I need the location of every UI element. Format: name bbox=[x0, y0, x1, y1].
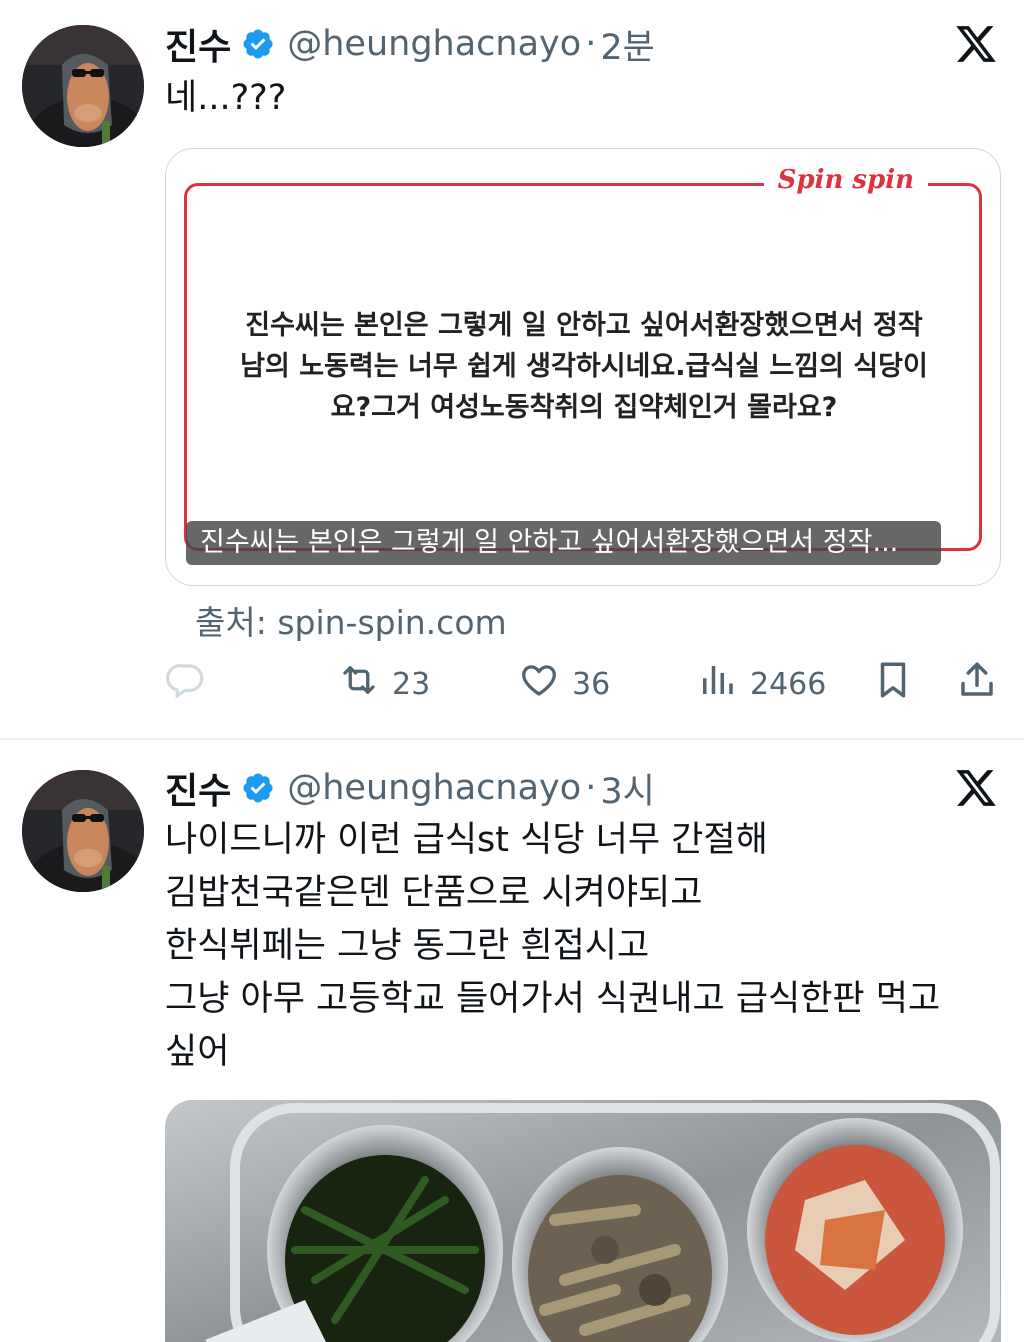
tweet-header: 진수 @heunghacnayo · 2분 bbox=[165, 18, 655, 70]
retweet-icon bbox=[338, 659, 380, 709]
tweet-text-line: 그냥 아무 고등학교 들어가서 식권내고 급식한판 먹고 bbox=[165, 979, 941, 1019]
link-card[interactable]: Spin spin 진수씨는 본인은 그렇게 일 안하고 싶어서환장했으면서 정… bbox=[165, 148, 1001, 586]
reply-button[interactable] bbox=[165, 656, 207, 712]
timestamp[interactable]: 2분 bbox=[600, 19, 654, 70]
retweet-count: 23 bbox=[392, 666, 431, 702]
tweet-text-line: 싶어 bbox=[165, 1032, 230, 1072]
separator: · bbox=[585, 768, 597, 808]
tweet-text: 나이드니까 이런 급식st 식당 너무 간절해 김밥천국같은덴 단품으로 시켜야… bbox=[165, 814, 940, 1079]
author-name[interactable]: 진수 bbox=[165, 762, 231, 814]
card-quote-line: 요?그거 여성노동착취의 집약체인거 몰라요? bbox=[330, 392, 838, 423]
avatar[interactable] bbox=[22, 770, 144, 892]
x-logo-icon bbox=[954, 766, 998, 810]
x-logo-icon bbox=[954, 22, 998, 66]
views-count: 2466 bbox=[750, 666, 827, 702]
tweet-text-line: 한식뷔페는 그냥 동그란 흰접시고 bbox=[165, 926, 650, 966]
reply-icon bbox=[165, 659, 207, 709]
tweet-text-line: 나이드니까 이런 급식st 식당 너무 간절해 bbox=[165, 820, 768, 860]
share-button[interactable] bbox=[956, 656, 998, 712]
views-icon bbox=[696, 659, 738, 709]
verified-badge-icon bbox=[241, 771, 275, 805]
avatar[interactable] bbox=[22, 25, 144, 147]
card-source-link[interactable]: 출처: spin-spin.com bbox=[195, 596, 507, 644]
author-name[interactable]: 진수 bbox=[165, 18, 231, 70]
author-handle[interactable]: @heunghacnayo bbox=[287, 24, 581, 64]
timestamp[interactable]: 3시 bbox=[600, 763, 654, 814]
tweet-header: 진수 @heunghacnayo · 3시 bbox=[165, 762, 655, 814]
card-quote-line: 남의 노동력는 너무 쉽게 생각하시네요.급식실 느낌의 식당이 bbox=[240, 351, 928, 382]
share-icon bbox=[956, 659, 998, 709]
verified-badge-icon bbox=[241, 27, 275, 61]
like-icon bbox=[518, 659, 560, 709]
retweet-button[interactable]: 23 bbox=[338, 656, 430, 712]
tweet[interactable]: 진수 @heunghacnayo · 2분 네...??? Spin spin … bbox=[0, 0, 1024, 738]
card-caption: 진수씨는 본인은 그렇게 일 안하고 싶어서환장했으면서 정작... bbox=[186, 521, 941, 565]
bookmark-button[interactable] bbox=[872, 656, 914, 712]
like-count: 36 bbox=[572, 666, 611, 702]
tweet[interactable]: 진수 @heunghacnayo · 3시 나이드니까 이런 급식st 식당 너… bbox=[0, 740, 1024, 1342]
separator: · bbox=[585, 24, 597, 64]
like-button[interactable]: 36 bbox=[518, 656, 610, 712]
card-quote: 진수씨는 본인은 그렇게 일 안하고 싶어서환장했으면서 정작 남의 노동력는 … bbox=[166, 305, 1000, 428]
views-button[interactable]: 2466 bbox=[696, 656, 826, 712]
tweet-text: 네...??? bbox=[165, 72, 286, 125]
tweet-photo[interactable] bbox=[165, 1100, 1001, 1342]
tweet-text-line: 김밥천국같은덴 단품으로 시켜야되고 bbox=[165, 873, 703, 913]
bookmark-icon bbox=[872, 659, 914, 709]
action-bar: 23 36 2466 bbox=[0, 656, 1024, 712]
card-brand-logo: Spin spin bbox=[763, 165, 928, 195]
card-quote-line: 진수씨는 본인은 그렇게 일 안하고 싶어서환장했으면서 정작 bbox=[245, 310, 923, 341]
tweet-text-line: 네...??? bbox=[165, 78, 287, 118]
author-handle[interactable]: @heunghacnayo bbox=[287, 768, 581, 808]
